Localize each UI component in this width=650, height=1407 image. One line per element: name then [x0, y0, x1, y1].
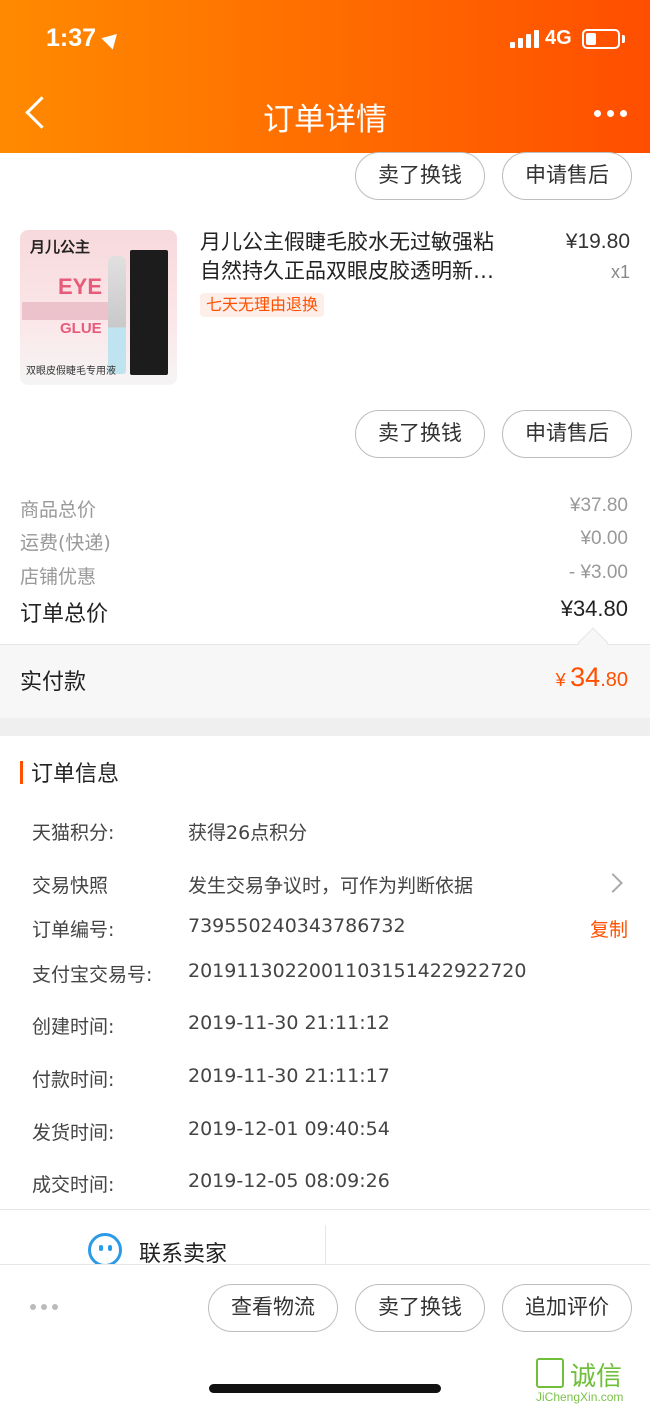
watermark-url: JiChengXin.com	[536, 1390, 624, 1404]
product-image-band	[22, 302, 112, 320]
header: 1:37 4G 订单详情	[0, 0, 650, 153]
info-label-paid-time: 付款时间:	[32, 1069, 115, 1091]
sell-button-prev[interactable]: 卖了换钱	[355, 152, 485, 200]
network-type: 4G	[545, 27, 572, 49]
info-value-order-number: 739550240343786732	[188, 915, 406, 937]
info-value-shipped-time: 2019-12-01 09:40:54	[188, 1118, 390, 1140]
store-discount-value: - ¥3.00	[568, 562, 628, 583]
product-box	[130, 250, 168, 375]
info-label-alipay-number: 支付宝交易号:	[32, 964, 153, 986]
more-actions-icon[interactable]	[30, 1304, 60, 1312]
watermark-logo: 诚信 JiChengXin.com	[532, 1356, 650, 1407]
section-accent-bar	[20, 761, 23, 784]
info-value-paid-time: 2019-11-30 21:11:17	[188, 1065, 390, 1087]
aftersale-button-prev[interactable]: 申请售后	[502, 152, 632, 200]
copy-button[interactable]: 复制	[590, 915, 628, 942]
order-detail-page: 1:37 4G 订单详情 卖了换钱 申请售后 月儿公主 EYE GLUE 双眼皮…	[0, 0, 650, 1407]
contact-vertical-divider	[325, 1225, 326, 1265]
page-title: 订单详情	[263, 102, 387, 138]
shipping-label: 运费(快递)	[20, 532, 111, 554]
paid-currency: ¥	[555, 670, 566, 690]
product-image-caption: 双眼皮假睫毛专用液	[26, 366, 116, 377]
order-info-title: 订单信息	[31, 762, 120, 787]
info-label-shipped-time: 发货时间:	[32, 1122, 115, 1144]
product-image-glue: GLUE	[60, 320, 102, 337]
more-icon[interactable]	[594, 110, 630, 120]
paid-amount-box	[0, 644, 650, 718]
paid-integer: 34	[570, 662, 601, 692]
return-policy-badge: 七天无理由退换	[200, 293, 325, 317]
chat-smile-icon[interactable]	[88, 1233, 122, 1267]
info-label-completed-time: 成交时间:	[32, 1174, 115, 1196]
product-title[interactable]: 月儿公主假睫毛胶水无过敏强粘 自然持久正品双眼皮胶透明新…	[200, 228, 530, 286]
goods-total-label: 商品总价	[20, 499, 97, 521]
product-title-line2: 自然持久正品双眼皮胶透明新…	[200, 259, 494, 283]
info-label-snapshot[interactable]: 交易快照	[32, 871, 108, 898]
view-logistics-button[interactable]: 查看物流	[208, 1284, 338, 1332]
product-image[interactable]: 月儿公主 EYE GLUE 双眼皮假睫毛专用液	[20, 230, 177, 385]
watermark-mark	[536, 1358, 564, 1388]
info-value-alipay-number: 2019113022001103151422922720	[188, 960, 527, 982]
info-value-created: 2019-11-30 21:11:12	[188, 1012, 390, 1034]
status-time: 1:37	[46, 24, 97, 52]
add-review-button[interactable]: 追加评价	[502, 1284, 632, 1332]
watermark-text: 诚信	[570, 1362, 623, 1392]
section-gap	[0, 718, 650, 736]
battery-tip	[622, 35, 625, 43]
order-total-value: ¥34.80	[560, 596, 628, 621]
product-image-brand: 月儿公主	[30, 238, 91, 256]
paid-value: ¥ 34.80	[556, 662, 628, 693]
battery-icon	[582, 29, 620, 49]
order-total-label: 订单总价	[20, 602, 109, 627]
shipping-value: ¥0.00	[580, 528, 628, 549]
info-label-order-number: 订单编号:	[32, 919, 115, 941]
signal-icon	[510, 30, 540, 48]
sell-button-bottom[interactable]: 卖了换钱	[355, 1284, 485, 1332]
store-discount-label: 店铺优惠	[20, 566, 97, 588]
home-indicator	[209, 1384, 441, 1393]
aftersale-button[interactable]: 申请售后	[502, 410, 632, 458]
info-value-completed-time: 2019-12-05 08:09:26	[188, 1170, 390, 1192]
product-quantity: x1	[610, 262, 630, 282]
info-label-points: 天猫积分:	[32, 822, 115, 844]
paid-label: 实付款	[20, 670, 87, 695]
info-value-points: 获得26点积分	[188, 822, 308, 844]
product-image-eye: EYE	[58, 274, 103, 299]
contact-divider	[0, 1209, 650, 1210]
info-value-snapshot[interactable]: 发生交易争议时，可作为判断依据	[188, 871, 473, 898]
info-label-created: 创建时间:	[32, 1016, 115, 1038]
paid-decimal: .80	[600, 669, 628, 691]
product-price: ¥19.80	[565, 230, 630, 253]
location-arrow-icon	[101, 28, 123, 50]
product-bottle	[108, 256, 126, 374]
chevron-right-icon[interactable]	[603, 873, 623, 893]
product-title-line1: 月儿公主假睫毛胶水无过敏强粘	[200, 230, 494, 254]
sell-button[interactable]: 卖了换钱	[355, 410, 485, 458]
goods-total-value: ¥37.80	[569, 495, 628, 516]
